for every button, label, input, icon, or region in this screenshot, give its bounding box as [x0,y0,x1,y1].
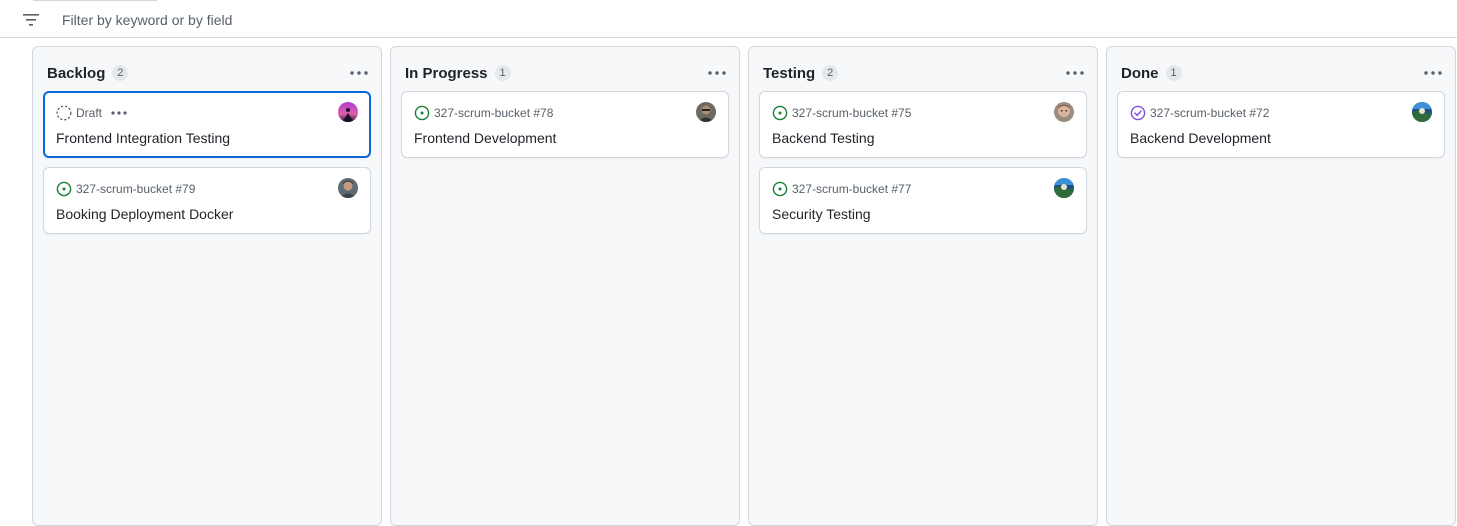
column-title: Backlog [47,64,106,82]
card-title: Frontend Integration Testing [56,130,231,146]
card-ref: 327-scrum-bucket #75 [792,106,912,120]
card-issue[interactable]: 327-scrum-bucket #77 Security Testing [759,167,1087,234]
column-in-progress: In Progress 1 327-scrum-bucket #78 Front… [390,46,740,526]
column-count-badge: 2 [112,65,129,81]
open-issue-icon [414,105,430,121]
assignee-avatar[interactable] [1054,178,1074,198]
column-title: In Progress [405,64,488,82]
assignee-avatar[interactable] [1412,102,1432,122]
column-menu-icon[interactable] [349,66,369,80]
column-backlog: Backlog 2 Draft Frontend Integration Tes… [32,46,382,526]
card-title: Backend Testing [772,130,875,146]
card-issue[interactable]: 327-scrum-bucket #75 Backend Testing [759,91,1087,158]
card-title: Booking Deployment Docker [56,206,234,222]
open-issue-icon [772,105,788,121]
column-done: Done 1 327-scrum-bucket #72 Backend Deve… [1106,46,1456,526]
project-board: Backlog 2 Draft Frontend Integration Tes… [0,38,1457,526]
card-ref: 327-scrum-bucket #72 [1150,106,1270,120]
filter-input[interactable] [62,9,962,31]
column-header: Testing 2 [763,63,839,83]
column-menu-icon[interactable] [1423,66,1443,80]
assignee-avatar[interactable] [338,178,358,198]
column-title: Done [1121,64,1159,82]
assignee-avatar[interactable] [696,102,716,122]
open-issue-icon [56,181,72,197]
closed-issue-icon [1130,105,1146,121]
column-count-badge: 2 [822,65,839,81]
assignee-avatar[interactable] [338,102,358,122]
column-header: Done 1 [1121,63,1182,83]
card-ref: 327-scrum-bucket #78 [434,106,554,120]
card-issue[interactable]: 327-scrum-bucket #79 Booking Deployment … [43,167,371,234]
card-ref: 327-scrum-bucket #79 [76,182,196,196]
assignee-avatar[interactable] [1054,102,1074,122]
column-count-badge: 1 [494,65,511,81]
column-menu-icon[interactable] [1065,66,1085,80]
column-title: Testing [763,64,816,82]
column-header: In Progress 1 [405,63,511,83]
column-header: Backlog 2 [47,63,129,83]
column-testing: Testing 2 327-scrum-bucket #75 Backend T… [748,46,1098,526]
card-title: Backend Development [1130,130,1271,146]
draft-icon [56,105,72,121]
column-menu-icon[interactable] [707,66,727,80]
card-title: Frontend Development [414,130,557,146]
tab-divider [33,0,157,1]
filter-icon[interactable] [23,14,39,26]
column-count-badge: 1 [1165,65,1182,81]
card-draft[interactable]: Draft Frontend Integration Testing [43,91,371,158]
card-issue[interactable]: 327-scrum-bucket #78 Frontend Developmen… [401,91,729,158]
filter-bar [0,0,1457,38]
card-ref: Draft [76,106,103,120]
draft-menu-icon[interactable] [110,105,128,121]
open-issue-icon [772,181,788,197]
card-title: Security Testing [772,206,871,222]
card-ref: 327-scrum-bucket #77 [792,182,912,196]
card-issue[interactable]: 327-scrum-bucket #72 Backend Development [1117,91,1445,158]
